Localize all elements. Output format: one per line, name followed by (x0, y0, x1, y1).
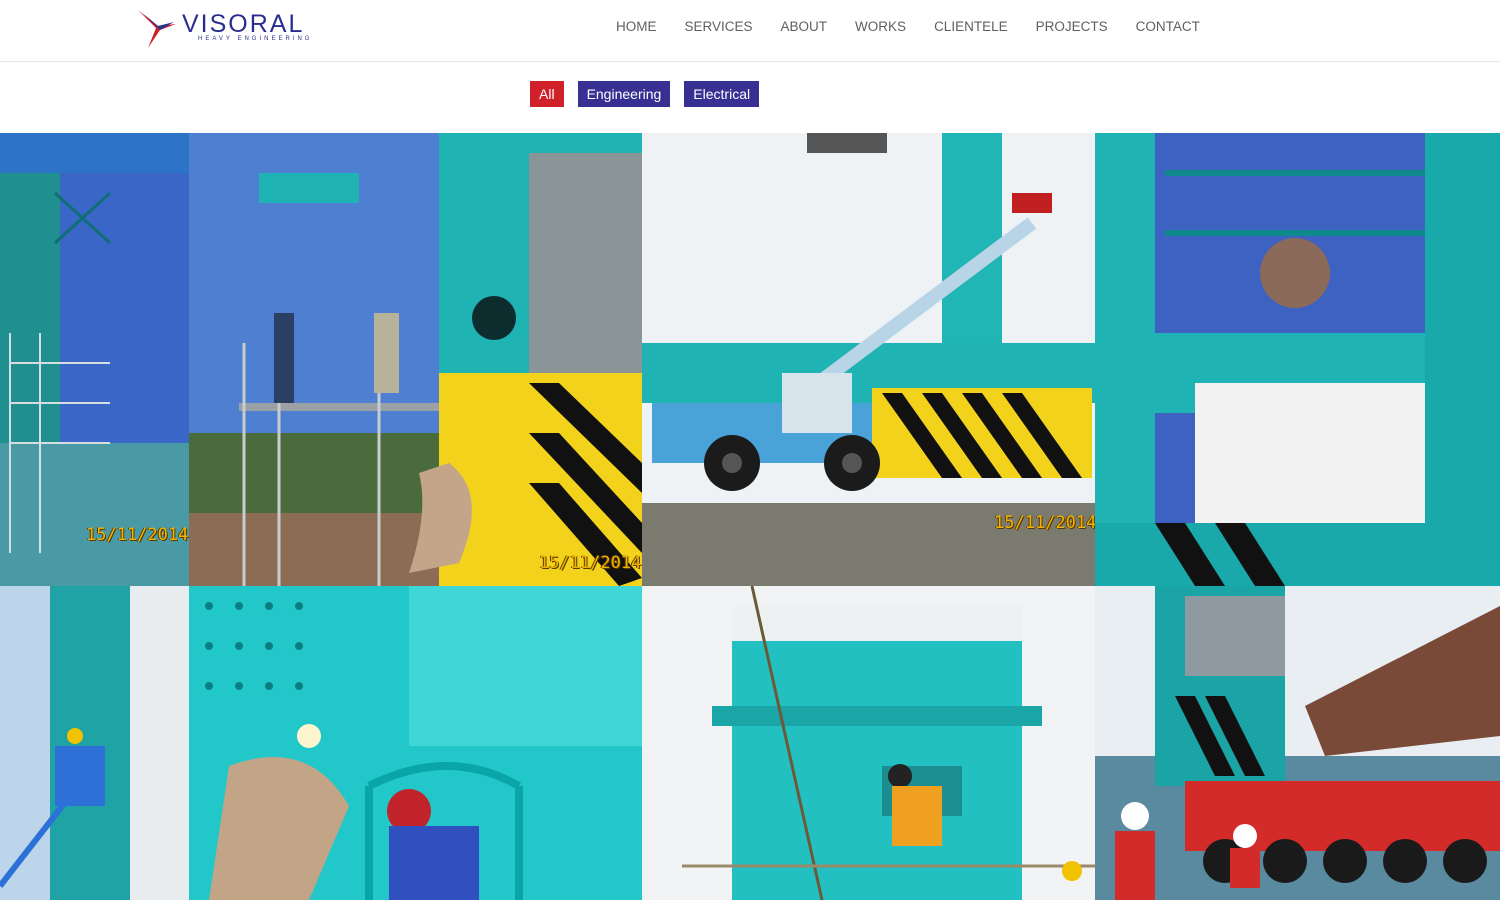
gallery-item[interactable] (1095, 586, 1500, 900)
gallery-photo-gantry-beam (1095, 133, 1500, 586)
photo-date-stamp: 15/11/2014 (994, 513, 1095, 533)
nav-about[interactable]: ABOUT (767, 19, 842, 34)
nav-contact[interactable]: CONTACT (1122, 19, 1214, 34)
gallery-item[interactable] (0, 586, 189, 900)
brand-tagline: HEAVY ENGINEERING (198, 36, 313, 42)
gallery-item[interactable]: 15/11/2014 (0, 133, 189, 586)
nav-projects[interactable]: PROJECTS (1022, 19, 1122, 34)
main-nav: HOME SERVICES ABOUT WORKS CLIENTELE PROJ… (602, 19, 1214, 34)
gallery-photo-crane-tower (0, 133, 189, 586)
gallery-photo-boom-lift (0, 586, 189, 900)
filter-electrical[interactable]: Electrical (684, 81, 760, 107)
gallery-item[interactable] (189, 586, 642, 900)
filter-all[interactable]: All (530, 81, 564, 107)
nav-works[interactable]: WORKS (841, 19, 920, 34)
nav-home[interactable]: HOME (602, 19, 671, 34)
gallery-photo-transporter (1095, 586, 1500, 900)
photo-date-stamp: 15/11/2014 (86, 525, 189, 545)
site-header: VISORAL HEAVY ENGINEERING HOME SERVICES … (0, 0, 1500, 62)
gallery-photo-scaffold-workers (189, 133, 642, 586)
project-gallery: 15/11/2014 15/11/2014 15/11/2014 (0, 133, 1500, 900)
gallery-item[interactable] (1095, 133, 1500, 586)
nav-services[interactable]: SERVICES (671, 19, 767, 34)
gallery-photo-column-welder (642, 586, 1095, 900)
gallery-item[interactable]: 15/11/2014 (642, 133, 1095, 586)
nav-clientele[interactable]: CLIENTELE (920, 19, 1022, 34)
brand-logo[interactable]: VISORAL HEAVY ENGINEERING (134, 4, 324, 52)
portfolio-filters: All Engineering Electrical (530, 81, 760, 107)
gallery-photo-welding (189, 586, 642, 900)
filter-engineering[interactable]: Engineering (577, 81, 671, 107)
photo-date-stamp: 15/11/2014 (539, 553, 642, 573)
brand-logo-mark (138, 10, 176, 48)
gallery-item[interactable]: 15/11/2014 (189, 133, 642, 586)
gallery-item[interactable] (642, 586, 1095, 900)
brand-name: VISORAL (182, 10, 305, 38)
